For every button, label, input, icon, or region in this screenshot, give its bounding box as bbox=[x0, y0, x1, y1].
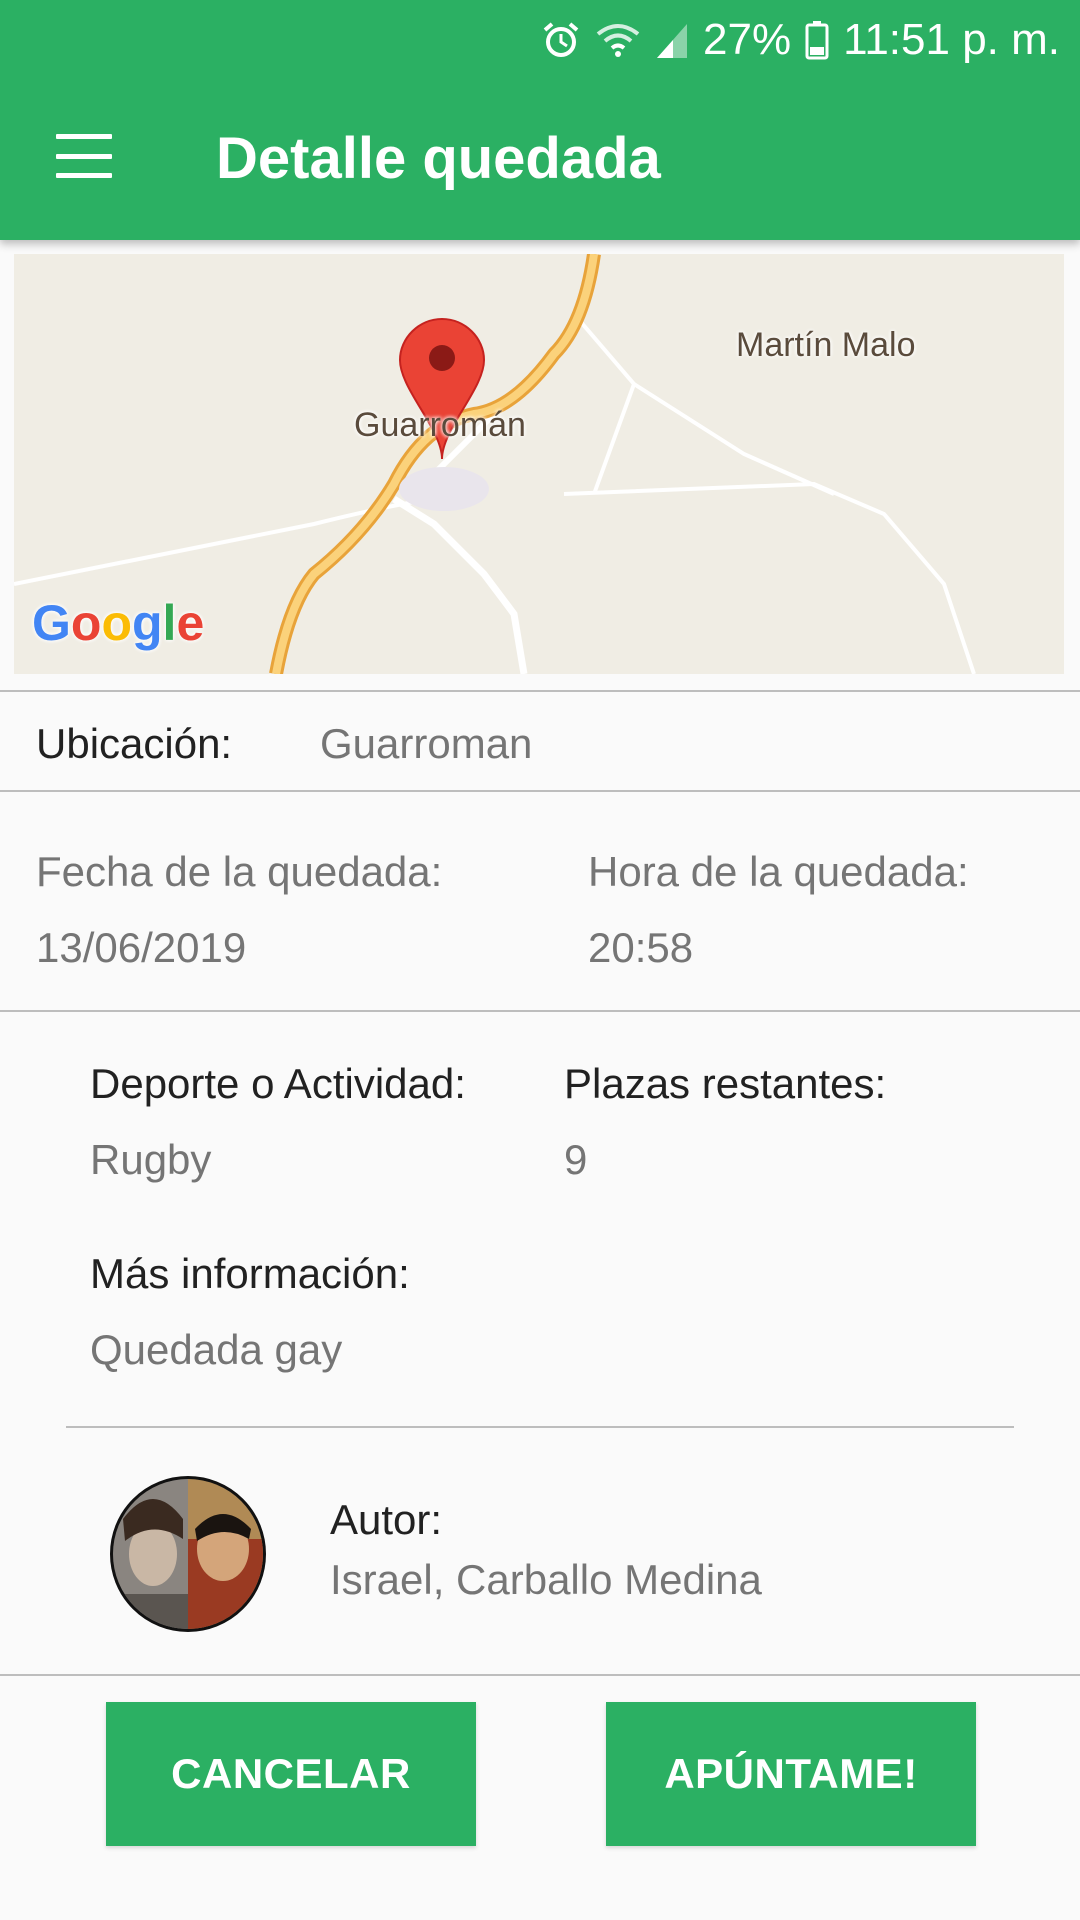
wifi-icon bbox=[595, 20, 641, 60]
divider bbox=[0, 790, 1080, 792]
spots-value: 9 bbox=[564, 1136, 588, 1183]
signal-icon bbox=[655, 20, 689, 60]
clock: 11:51 p. m. bbox=[843, 15, 1060, 64]
battery-icon bbox=[805, 20, 829, 60]
alarm-icon bbox=[541, 20, 581, 60]
divider bbox=[66, 1426, 1014, 1428]
location-label: Ubicación: bbox=[36, 720, 233, 767]
map-place-label: Guarromán bbox=[354, 406, 526, 444]
map-view[interactable]: Guarromán Martín Malo Google bbox=[14, 254, 1064, 674]
author-name: Israel, Carballo Medina bbox=[330, 1556, 762, 1603]
app-bar: 27% 11:51 p. m. Detalle quedada bbox=[0, 0, 1080, 240]
divider bbox=[0, 1010, 1080, 1012]
author-label: Autor: bbox=[330, 1496, 443, 1543]
map-nearby-label: Martín Malo bbox=[736, 326, 916, 364]
menu-icon[interactable] bbox=[56, 134, 112, 178]
time-label: Hora de la quedada: bbox=[588, 848, 969, 895]
divider bbox=[0, 1674, 1080, 1676]
info-label: Más información: bbox=[90, 1250, 410, 1297]
status-bar: 27% 11:51 p. m. bbox=[541, 12, 1060, 68]
join-button[interactable]: APÚNTAME! bbox=[606, 1702, 976, 1846]
battery-percent: 27% bbox=[703, 15, 792, 64]
divider bbox=[0, 690, 1080, 692]
time-value: 20:58 bbox=[588, 924, 694, 971]
sport-label: Deporte o Actividad: bbox=[90, 1060, 466, 1107]
cancel-button[interactable]: CANCELAR bbox=[106, 1702, 476, 1846]
spots-label: Plazas restantes: bbox=[564, 1060, 887, 1107]
page-title: Detalle quedada bbox=[216, 126, 661, 191]
date-label: Fecha de la quedada: bbox=[36, 848, 443, 895]
sport-value: Rugby bbox=[90, 1136, 212, 1183]
info-value: Quedada gay bbox=[90, 1326, 343, 1373]
location-value: Guarroman bbox=[320, 720, 533, 767]
google-logo: Google bbox=[32, 595, 205, 651]
date-value: 13/06/2019 bbox=[36, 924, 247, 971]
avatar bbox=[110, 1476, 266, 1632]
